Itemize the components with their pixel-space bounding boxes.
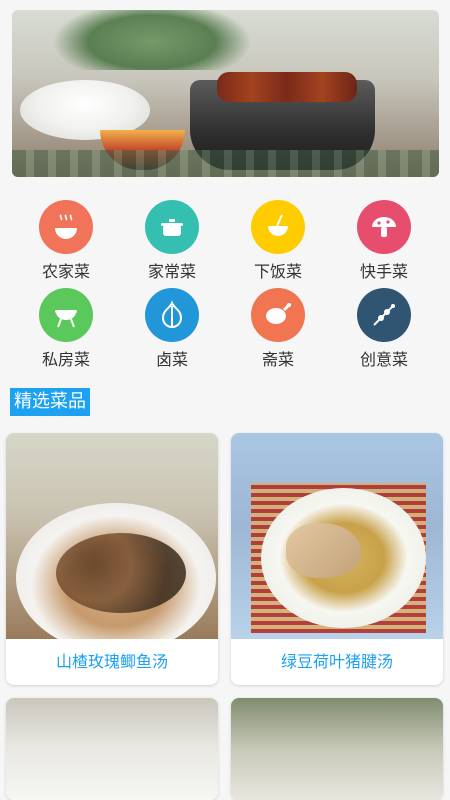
- cooking-pot-icon: [145, 200, 199, 254]
- garlic-icon: [145, 288, 199, 342]
- dish-food: [56, 533, 186, 613]
- dish-photo: [6, 698, 218, 800]
- category-item-lu[interactable]: 卤菜: [132, 288, 212, 370]
- banner-plant: [52, 10, 252, 70]
- dish-card[interactable]: [231, 698, 443, 800]
- category-item-sifang[interactable]: 私房菜: [26, 288, 106, 370]
- rice-bowl-icon: [251, 200, 305, 254]
- category-label: 私房菜: [41, 350, 90, 369]
- soup-bowl-icon: [39, 200, 93, 254]
- dish-card[interactable]: 绿豆荷叶猪腱汤: [231, 433, 443, 685]
- mushroom-icon: [357, 200, 411, 254]
- category-label: 斋菜: [261, 350, 294, 369]
- chicken-leg-icon: [251, 288, 305, 342]
- category-label: 农家菜: [41, 262, 90, 281]
- dish-card[interactable]: [6, 698, 218, 800]
- dish-photo: [231, 698, 443, 800]
- category-label: 家常菜: [147, 262, 196, 281]
- category-label: 快手菜: [359, 262, 408, 281]
- category-item-kuaishou[interactable]: 快手菜: [344, 200, 424, 282]
- dish-title: 绿豆荷叶猪腱汤: [280, 652, 393, 671]
- category-item-nongjia[interactable]: 农家菜: [26, 200, 106, 282]
- category-item-chuangyi[interactable]: 创意菜: [344, 288, 424, 370]
- skewer-icon: [357, 288, 411, 342]
- section-title: 精选菜品: [10, 388, 90, 416]
- banner-image[interactable]: [12, 10, 439, 177]
- banner-mat: [12, 150, 439, 177]
- category-label: 下饭菜: [253, 262, 302, 281]
- category-item-xiafan[interactable]: 下饭菜: [238, 200, 318, 282]
- banner-skewers: [217, 72, 357, 102]
- category-item-zhai[interactable]: 斋菜: [238, 288, 318, 370]
- dish-title: 山楂玫瑰鲫鱼汤: [55, 652, 168, 671]
- category-label: 创意菜: [359, 350, 408, 369]
- dish-photo: [6, 433, 218, 639]
- dish-card[interactable]: 山楂玫瑰鲫鱼汤: [6, 433, 218, 685]
- dish-food: [286, 523, 361, 578]
- category-label: 卤菜: [155, 350, 188, 369]
- dish-photo: [231, 433, 443, 639]
- category-item-jiachang[interactable]: 家常菜: [132, 200, 212, 282]
- bbq-grill-icon: [39, 288, 93, 342]
